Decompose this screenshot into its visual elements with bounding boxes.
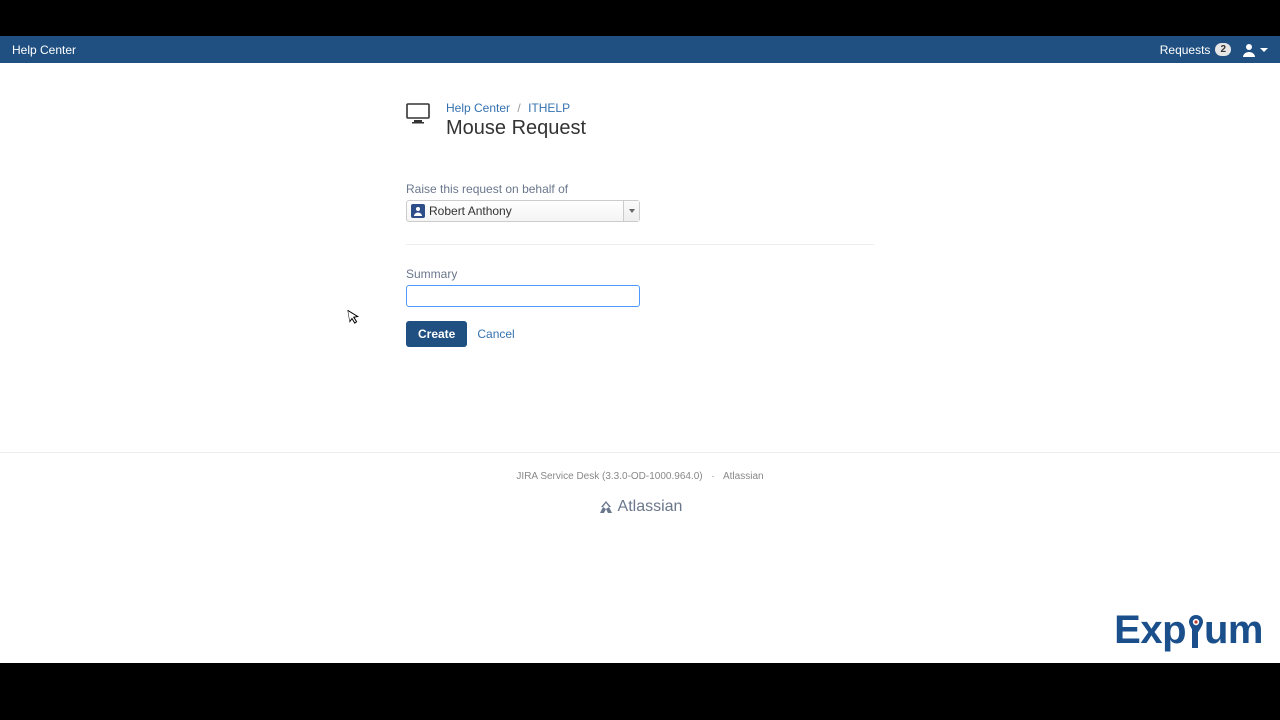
monitor-icon (406, 103, 430, 130)
footer-vendor-link[interactable]: Atlassian (723, 471, 764, 482)
select-dropdown-button[interactable] (623, 201, 639, 221)
main-content: Help Center / ITHELP Mouse Request Raise… (406, 101, 874, 347)
breadcrumb-help-center[interactable]: Help Center (446, 101, 510, 115)
requests-count-badge: 2 (1215, 43, 1231, 56)
breadcrumb: Help Center / ITHELP (446, 101, 586, 115)
chevron-down-icon (629, 209, 635, 213)
page-title: Mouse Request (446, 117, 586, 140)
summary-input[interactable] (406, 285, 640, 307)
letterbox-top (0, 0, 1280, 36)
summary-label: Summary (406, 267, 874, 281)
behalf-label: Raise this request on behalf of (406, 182, 874, 196)
footer-product: JIRA Service Desk (3.3.0-OD-1000.964.0) (516, 471, 702, 482)
breadcrumb-project[interactable]: ITHELP (528, 101, 570, 115)
requests-label: Requests (1160, 43, 1211, 57)
footer-separator: · (711, 471, 714, 482)
user-icon (411, 204, 425, 218)
atlassian-logo: Atlassian (598, 498, 683, 516)
top-nav: Help Center Requests 2 (0, 36, 1280, 63)
profile-menu[interactable] (1241, 42, 1268, 58)
divider (406, 244, 874, 245)
letterbox-bottom (0, 663, 1280, 720)
behalf-selected-value: Robert Anthony (429, 204, 512, 218)
cancel-button[interactable]: Cancel (477, 327, 514, 341)
behalf-select[interactable]: Robert Anthony (406, 200, 640, 222)
nav-help-center-link[interactable]: Help Center (12, 43, 76, 57)
expium-watermark: Exp um (1114, 606, 1263, 654)
create-button[interactable]: Create (406, 321, 467, 347)
breadcrumb-separator: / (517, 101, 520, 115)
footer: JIRA Service Desk (3.3.0-OD-1000.964.0) … (0, 452, 1280, 520)
requests-button[interactable]: Requests 2 (1160, 43, 1231, 57)
cursor-icon (347, 308, 362, 329)
chevron-down-icon (1260, 48, 1268, 52)
avatar-icon (1241, 42, 1257, 58)
